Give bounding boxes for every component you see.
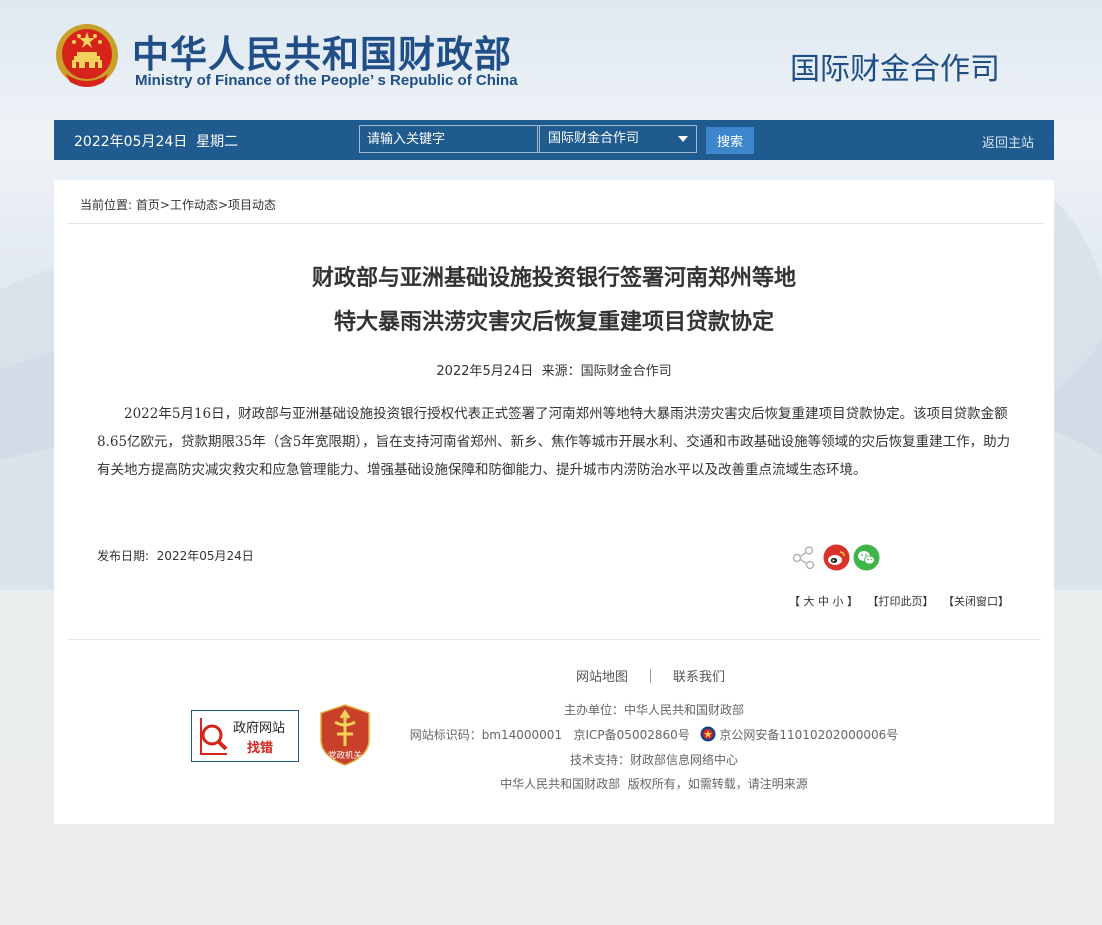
font-size-options[interactable]: 【 大 中 小 】 — [789, 595, 858, 608]
department-name: 国际财金合作司 — [790, 52, 1000, 87]
article-body: 2022年5月16日，财政部与亚洲基础设施投资银行授权代表正式签署了河南郑州等地… — [97, 406, 1011, 478]
national-emblem-icon — [56, 24, 118, 87]
chevron-down-icon — [678, 136, 688, 142]
site-id-icp[interactable]: 网站标识码：bm14000001 京ICP备05002860号 — [410, 728, 690, 742]
police-badge-icon — [700, 726, 716, 742]
search-input[interactable] — [359, 125, 540, 153]
publish-date: 发布日期: 2022年05月24日 — [97, 549, 254, 563]
top-nav-bar: 2022年05月24日 星期二 国际财金合作司 搜索 返回主站 — [54, 120, 1054, 160]
main-content: 当前位置: 首页>工作动态>项目动态 财政部与亚洲基础设施投资银行签署河南郑州等… — [54, 180, 1054, 824]
department-select[interactable]: 国际财金合作司 — [537, 125, 697, 153]
divider — [67, 223, 1044, 224]
wechat-icon[interactable] — [853, 544, 880, 571]
site-id-info: 网站标识码：bm14000001 京ICP备05002860号 京公网安备110… — [384, 726, 924, 743]
contact-us-link[interactable]: 联系我们 — [673, 670, 725, 685]
current-date: 2022年05月24日 星期二 — [74, 134, 239, 150]
sponsor-info: 主办单位：中华人民共和国财政部 — [563, 703, 744, 717]
article-meta: 2022年5月24日 来源：国际财金合作司 — [436, 364, 672, 379]
text-options: 【 大 中 小 】 【打印此页】 【关闭窗口】 — [783, 593, 1009, 609]
breadcrumb: 当前位置: 首页>工作动态>项目动态 — [80, 196, 276, 213]
return-home-link[interactable]: 返回主站 — [982, 132, 1034, 151]
article-title-line2: 特大暴雨洪涝灾害灾后恢复重建项目贷款协定 — [333, 310, 774, 335]
badge-gov-line1: 政府网站 — [233, 721, 285, 736]
article-title-line1: 财政部与亚洲基础设施投资银行签署河南郑州等地 — [311, 266, 796, 291]
breadcrumb-work-news[interactable]: 工作动态 — [170, 198, 218, 212]
police-record-link[interactable]: 京公网安备11010202000006号 — [719, 728, 898, 742]
share-icon[interactable] — [790, 544, 817, 571]
search-button[interactable]: 搜索 — [706, 127, 754, 154]
breadcrumb-project-news[interactable]: 项目动态 — [228, 198, 276, 212]
print-page-link[interactable]: 【打印此页】 — [868, 595, 934, 608]
link-separator — [650, 669, 652, 683]
department-select-value: 国际财金合作司 — [548, 131, 640, 146]
footer-links: 网站地图 联系我们 — [576, 666, 725, 685]
gov-site-error-report-badge[interactable]: 政府网站 找错 — [191, 710, 299, 762]
weibo-icon[interactable] — [823, 544, 850, 571]
site-title: 中华人民共和国财政部 — [132, 33, 512, 76]
sitemap-link[interactable]: 网站地图 — [576, 670, 628, 685]
site-header: 中华人民共和国财政部 Ministry of Finance of the Pe… — [0, 0, 1102, 120]
share-bar — [790, 544, 882, 572]
badge-party-label: 党政机关 — [328, 750, 363, 761]
badge-gov-line2: 找错 — [247, 740, 273, 756]
tech-support-info: 技术支持：财政部信息网络中心 — [569, 753, 738, 767]
party-gov-organ-badge[interactable]: 党政机关 — [319, 704, 371, 766]
close-window-link[interactable]: 【关闭窗口】 — [943, 595, 1009, 608]
divider — [67, 639, 1041, 640]
copyright-info: 中华人民共和国财政部 版权所有，如需转载，请注明来源 — [500, 777, 808, 791]
breadcrumb-home[interactable]: 首页 — [136, 198, 160, 212]
breadcrumb-separator: > — [217, 198, 229, 212]
breadcrumb-separator: > — [159, 198, 170, 212]
breadcrumb-prefix: 当前位置: — [80, 198, 133, 212]
site-title-english: Ministry of Finance of the People’ s Rep… — [135, 72, 518, 89]
